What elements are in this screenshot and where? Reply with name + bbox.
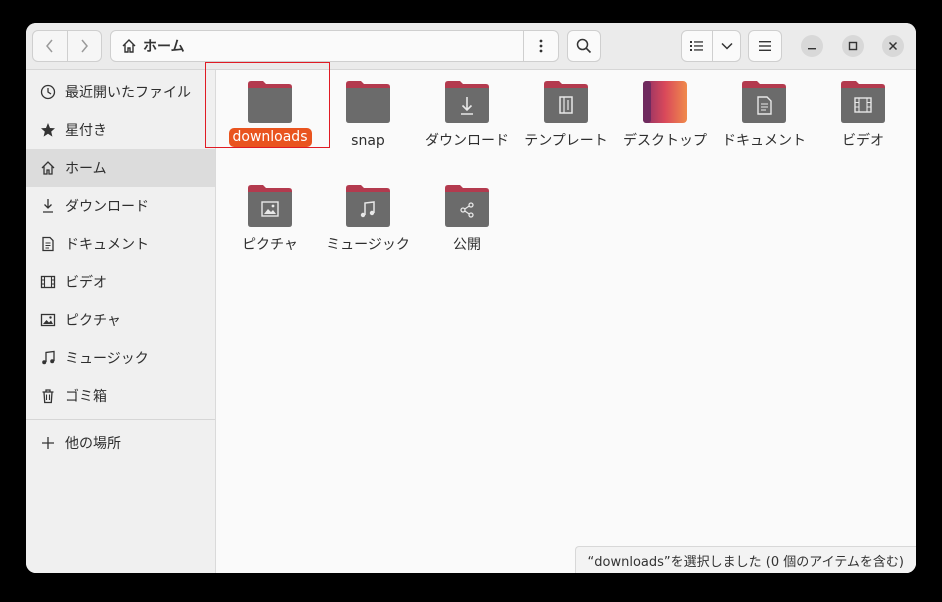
- status-bar: “downloads”を選択しました (0 個のアイテムを含む): [574, 546, 916, 573]
- document-folder-icon: [742, 81, 786, 123]
- file-label: ダウンロード: [425, 133, 509, 149]
- vertical-dots-icon: [539, 39, 543, 53]
- file-item-music[interactable]: ミュージック: [320, 184, 416, 257]
- sidebar-divider: [26, 419, 215, 420]
- file-view: downloads snap ダウンロード テンプレート デスクトップ ドキュメ…: [205, 62, 916, 573]
- breadcrumb-home[interactable]: ホーム: [111, 36, 523, 56]
- sidebar-item-label: 最近開いたファイル: [65, 85, 191, 101]
- chevron-right-icon: [81, 39, 89, 53]
- file-item-snap[interactable]: snap: [320, 80, 416, 153]
- sidebar-item-label: ホーム: [65, 161, 107, 177]
- picture-icon: [39, 311, 57, 329]
- trash-icon: [39, 387, 57, 405]
- file-label: テンプレート: [524, 133, 608, 149]
- sidebar-item-recent[interactable]: 最近開いたファイル: [26, 73, 215, 111]
- list-view-icon: [690, 41, 704, 51]
- file-item-desktop[interactable]: デスクトップ: [617, 80, 713, 153]
- location-label: ホーム: [143, 39, 185, 55]
- minimize-button[interactable]: [801, 35, 823, 57]
- maximize-icon: [848, 41, 858, 51]
- file-label: ミュージック: [326, 237, 410, 253]
- home-icon: [39, 159, 57, 177]
- folder-icon: [346, 81, 390, 123]
- sidebar: 最近開いたファイル 星付き ホーム ダウンロード ドキュメント ビデオ ピクチャ: [26, 70, 216, 573]
- sidebar-item-videos[interactable]: ビデオ: [26, 263, 215, 301]
- template-folder-icon: [544, 81, 588, 123]
- main-menu-button[interactable]: [748, 30, 782, 62]
- chevron-down-icon: [721, 42, 733, 50]
- maximize-button[interactable]: [842, 35, 864, 57]
- star-icon: [39, 121, 57, 139]
- plus-icon: [39, 434, 57, 452]
- download-icon: [39, 197, 57, 215]
- chevron-left-icon: [45, 39, 53, 53]
- picture-folder-icon: [248, 185, 292, 227]
- sidebar-item-label: ミュージック: [65, 351, 149, 367]
- sidebar-item-pictures[interactable]: ピクチャ: [26, 301, 215, 339]
- sidebar-item-starred[interactable]: 星付き: [26, 111, 215, 149]
- sidebar-item-label: ゴミ箱: [65, 389, 107, 405]
- minimize-icon: [808, 48, 816, 50]
- header-bar: ホーム: [26, 23, 916, 70]
- share-folder-icon: [445, 185, 489, 227]
- clock-icon: [39, 83, 57, 101]
- status-text: “downloads”を選択しました (0 個のアイテムを含む): [587, 554, 904, 570]
- sidebar-item-downloads[interactable]: ダウンロード: [26, 187, 215, 225]
- home-icon: [122, 39, 136, 53]
- forward-button[interactable]: [66, 31, 102, 61]
- video-folder-icon: [841, 81, 885, 123]
- sidebar-item-label: ドキュメント: [65, 237, 149, 253]
- sidebar-item-home[interactable]: ホーム: [26, 149, 215, 187]
- path-menu-button[interactable]: [523, 31, 558, 61]
- sidebar-item-label: 星付き: [65, 123, 107, 139]
- path-bar: ホーム: [110, 30, 559, 62]
- sidebar-item-label: 他の場所: [65, 436, 121, 452]
- file-item-documents[interactable]: ドキュメント: [716, 80, 812, 153]
- file-item-templates[interactable]: テンプレート: [518, 80, 614, 153]
- sidebar-item-music[interactable]: ミュージック: [26, 339, 215, 377]
- file-label: snap: [351, 133, 385, 149]
- sidebar-item-label: ダウンロード: [65, 199, 149, 215]
- file-item-download-folder[interactable]: ダウンロード: [419, 80, 515, 153]
- search-icon: [576, 38, 592, 54]
- selection-highlight-box: [205, 62, 330, 148]
- file-label: ピクチャ: [242, 237, 298, 253]
- navigation-buttons: [32, 30, 102, 62]
- sidebar-item-trash[interactable]: ゴミ箱: [26, 377, 215, 415]
- file-label: デスクトップ: [623, 133, 707, 149]
- view-options-dropdown[interactable]: [713, 31, 740, 61]
- file-item-pictures[interactable]: ピクチャ: [222, 184, 318, 257]
- music-folder-icon: [346, 185, 390, 227]
- sidebar-item-documents[interactable]: ドキュメント: [26, 225, 215, 263]
- close-icon: [888, 41, 898, 51]
- close-button[interactable]: [882, 35, 904, 57]
- file-label: ドキュメント: [722, 133, 806, 149]
- file-label: 公開: [453, 237, 481, 253]
- hamburger-menu-icon: [759, 41, 771, 51]
- file-item-public[interactable]: 公開: [419, 184, 515, 257]
- sidebar-item-label: ビデオ: [65, 275, 107, 291]
- view-mode-group: [681, 30, 741, 62]
- file-item-videos[interactable]: ビデオ: [815, 80, 911, 153]
- list-view-button[interactable]: [682, 31, 714, 61]
- desktop-folder-icon: [643, 81, 687, 123]
- document-icon: [39, 235, 57, 253]
- search-button[interactable]: [567, 30, 601, 62]
- sidebar-item-label: ピクチャ: [65, 313, 121, 329]
- download-folder-icon: [445, 81, 489, 123]
- file-label: ビデオ: [842, 133, 884, 149]
- back-button[interactable]: [33, 31, 67, 61]
- music-icon: [39, 349, 57, 367]
- sidebar-item-other-locations[interactable]: 他の場所: [26, 424, 215, 462]
- file-manager-window: ホーム 最近開いたファイル 星付き ホーム ダウンロード ドキュメント ビデオ …: [26, 23, 916, 573]
- video-icon: [39, 273, 57, 291]
